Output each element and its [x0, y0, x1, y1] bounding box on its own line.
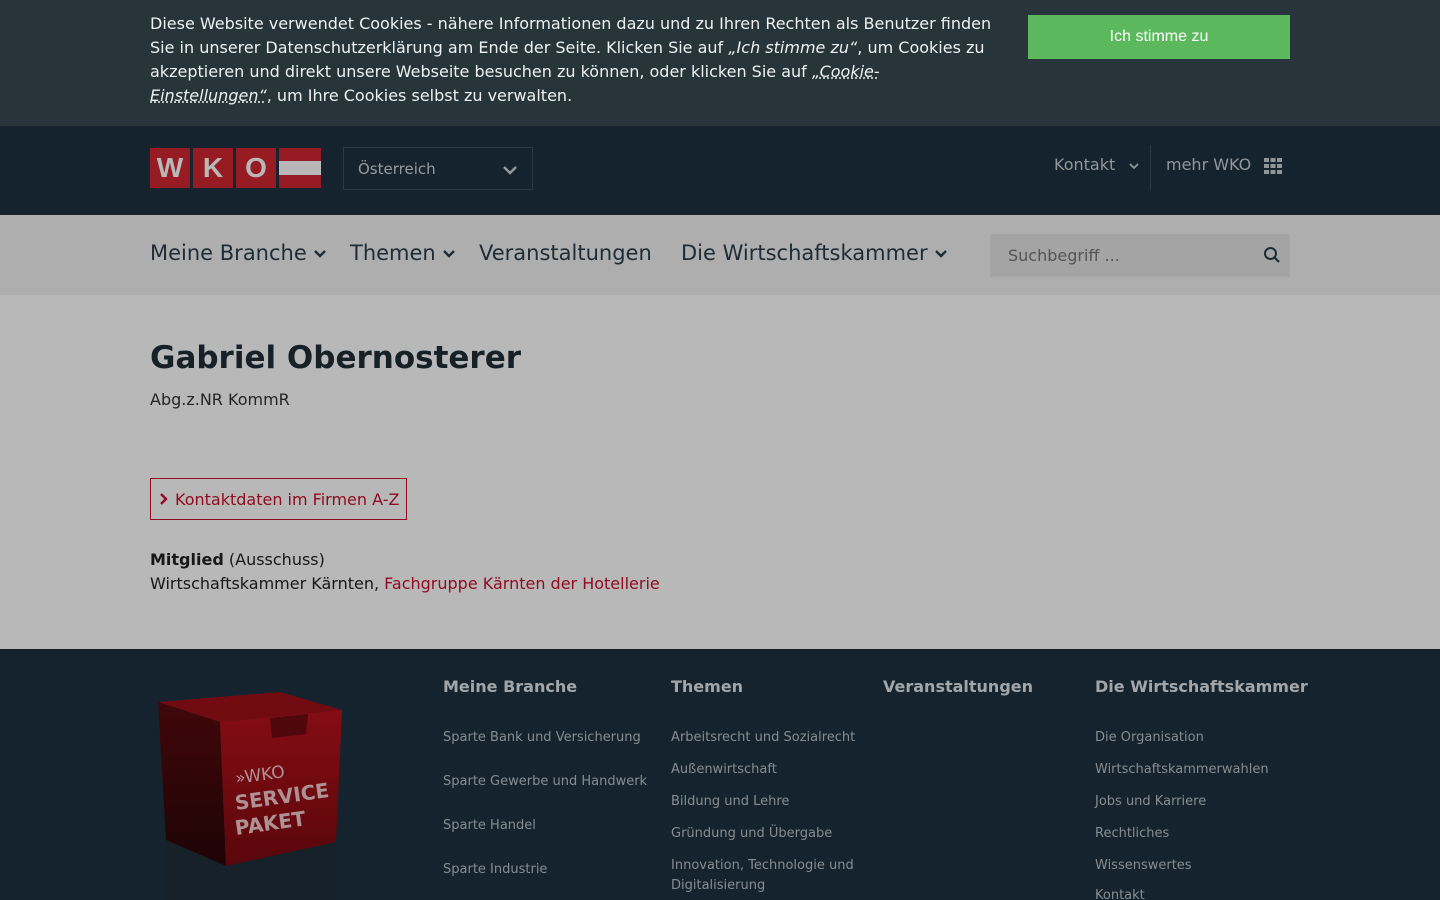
nav-veranstaltungen[interactable]: Veranstaltungen [479, 241, 652, 265]
chevron-down-icon [503, 166, 517, 175]
footer-link[interactable]: Sparte Gewerbe und Handwerk [443, 772, 647, 792]
footer-link[interactable]: Außenwirtschaft [671, 760, 777, 780]
footer-link[interactable]: Arbeitsrecht und Sozialrecht [671, 728, 855, 748]
footer-link[interactable]: Bildung und Lehre [671, 792, 789, 812]
person-title: Abg.z.NR KommR [150, 390, 290, 409]
accept-cookies-button[interactable]: Ich stimme zu [1028, 15, 1290, 59]
chevron-down-icon [934, 250, 947, 258]
footer-col-title[interactable]: Die Wirtschaftskammer [1095, 677, 1308, 696]
role-label: Mitglied [150, 550, 224, 569]
chevron-down-icon [313, 250, 326, 258]
footer-link[interactable]: Sparte Bank und Versicherung [443, 728, 641, 748]
footer-link[interactable]: Sparte Handel [443, 816, 536, 836]
accept-quote: „Ich stimme zu“ [728, 38, 858, 57]
footer-link[interactable]: Gründung und Übergabe [671, 824, 832, 844]
membership-info: Mitglied (Ausschuss) Wirtschaftskammer K… [150, 548, 660, 596]
page-title: Gabriel Obernosterer [150, 340, 522, 376]
wko-logo[interactable]: W K O [150, 148, 324, 188]
firmen-az-link[interactable]: Kontaktdaten im Firmen A-Z [150, 478, 407, 520]
nav-themen[interactable]: Themen [350, 241, 456, 265]
search-icon[interactable] [1263, 246, 1281, 264]
footer-link[interactable]: Kontakt [1095, 886, 1145, 900]
cookie-message: Diese Website verwendet Cookies - nähere… [150, 12, 1000, 108]
grid-icon [1264, 157, 1283, 174]
footer-link[interactable]: Sparte Industrie [443, 860, 547, 880]
footer-link[interactable]: Rechtliches [1095, 824, 1169, 844]
search-input[interactable] [990, 234, 1290, 277]
logo-letter-k: K [193, 148, 233, 188]
service-paket-box-image[interactable]: »WKO SERVICE PAKET [150, 690, 360, 900]
footer-link[interactable]: Wissenswertes [1095, 856, 1192, 876]
logo-letter-o: O [236, 148, 276, 188]
nav-meine-branche[interactable]: Meine Branche [150, 241, 327, 265]
nav-label: Die Wirtschaftskammer [681, 241, 928, 265]
nav-label: Meine Branche [150, 241, 307, 265]
chevron-down-icon [1129, 162, 1139, 169]
cookie-banner: Diese Website verwendet Cookies - nähere… [0, 0, 1440, 126]
mehr-wko-menu[interactable]: mehr WKO [1166, 155, 1283, 174]
footer-link[interactable]: Wirtschaftskammerwahlen [1095, 760, 1269, 780]
org-name: Wirtschaftskammer Kärnten, [150, 574, 385, 593]
cookie-text-part: , um Ihre Cookies selbst zu verwalten. [266, 86, 573, 105]
footer-link[interactable]: Jobs und Karriere [1095, 792, 1206, 812]
kontakt-label: Kontakt [1054, 155, 1116, 174]
mehr-wko-label: mehr WKO [1166, 155, 1252, 174]
region-select[interactable]: Österreich [343, 147, 533, 190]
austria-flag-icon [279, 148, 321, 188]
chevron-down-icon [442, 250, 455, 258]
kontakt-menu[interactable]: Kontakt [1054, 155, 1140, 174]
role-detail: (Ausschuss) [228, 550, 325, 569]
nav-label: Veranstaltungen [479, 241, 652, 265]
header-divider [1150, 145, 1151, 190]
fachgruppe-link[interactable]: Fachgruppe Kärnten der Hotellerie [384, 574, 660, 593]
footer-col-title[interactable]: Themen [671, 677, 743, 696]
nav-die-wirtschaftskammer[interactable]: Die Wirtschaftskammer [681, 241, 948, 265]
footer-col-title[interactable]: Veranstaltungen [883, 677, 1033, 696]
footer-col-title[interactable]: Meine Branche [443, 677, 577, 696]
footer-link[interactable]: Innovation, Technologie und Digitalisier… [671, 856, 871, 896]
nav-label: Themen [350, 241, 436, 265]
chevron-right-icon [160, 493, 168, 505]
logo-letter-w: W [150, 148, 190, 188]
firmen-az-label: Kontaktdaten im Firmen A-Z [175, 489, 400, 509]
footer-link[interactable]: Die Organisation [1095, 728, 1204, 748]
region-value: Österreich [358, 160, 436, 178]
